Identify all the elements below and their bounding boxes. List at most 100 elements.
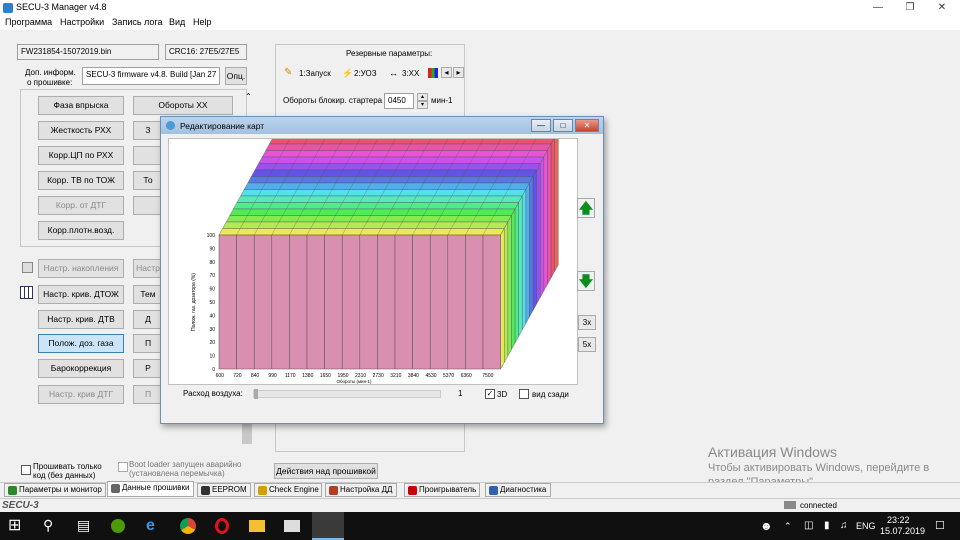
- dtg-corr-button[interactable]: Корр. от ДТГ: [38, 196, 124, 215]
- scrollbar-thumb[interactable]: [242, 424, 252, 444]
- tab-map-sensor[interactable]: Настройка ДД: [325, 483, 397, 497]
- coolant-corr-button[interactable]: Корр. ТВ по ТОЖ: [38, 171, 124, 190]
- menu-help[interactable]: Help: [193, 17, 212, 27]
- tab-scroll-right[interactable]: ▸: [453, 67, 464, 78]
- lower-mid-3[interactable]: Д: [133, 310, 163, 329]
- close-button[interactable]: ✕: [926, 0, 958, 16]
- mail-icon[interactable]: [284, 520, 300, 532]
- app-icon-1[interactable]: [111, 519, 125, 533]
- restore-button[interactable]: ❐: [894, 0, 926, 16]
- idle-rpm-button[interactable]: Обороты ХХ: [133, 96, 233, 115]
- bar: [447, 234, 466, 370]
- search-icon[interactable]: ⚲: [43, 517, 61, 535]
- menu-log[interactable]: Запись лога: [112, 17, 162, 27]
- surface-row-side: [543, 149, 548, 292]
- folder-icon[interactable]: [249, 520, 265, 532]
- x-tick-label: 840: [251, 373, 260, 379]
- dialog-maximize-button[interactable]: □: [553, 119, 573, 132]
- mid-button-2[interactable]: З: [133, 121, 163, 140]
- tab-diagnostics[interactable]: Диагностика: [485, 483, 551, 497]
- dtg-curve-button[interactable]: Настр. крив ДТГ: [38, 385, 124, 404]
- air-temp-curve-button[interactable]: Настр. крив. ДТВ: [38, 310, 124, 329]
- people-icon[interactable]: ☻: [760, 517, 778, 535]
- airflow-slider[interactable]: [253, 390, 441, 398]
- firmware-actions-button[interactable]: Действия над прошивкой: [274, 463, 378, 479]
- chrome-icon[interactable]: [180, 518, 196, 534]
- network-icon[interactable]: ◫: [804, 517, 822, 535]
- airflow-slider-thumb[interactable]: [254, 389, 258, 399]
- clock-date[interactable]: 15.07.2019: [880, 526, 925, 536]
- spin-down[interactable]: ▾: [417, 101, 428, 109]
- tab-start[interactable]: 1:Запуск: [299, 69, 331, 78]
- gas-doser-pos-button[interactable]: Полож. доз. газа: [38, 334, 124, 353]
- 3d-checkbox[interactable]: ✓: [485, 389, 495, 399]
- fw-info-field[interactable]: SECU-3 firmware v4.8. Build [Jan 27 20: [82, 67, 220, 85]
- menu-program[interactable]: Программа: [5, 17, 52, 27]
- scroll-up-icon[interactable]: ⌃: [245, 92, 252, 101]
- grid-icon: [22, 262, 33, 273]
- lower-mid-2[interactable]: Тем: [133, 285, 163, 304]
- bootloader-label: Boot loader запущен аварийно (установлен…: [129, 460, 242, 478]
- zoom-3x-button[interactable]: 3x: [578, 315, 596, 330]
- table-icon: [20, 286, 33, 299]
- spin-up[interactable]: ▴: [417, 93, 428, 101]
- lower-mid-1[interactable]: Настр: [133, 259, 163, 278]
- bar: [271, 234, 290, 370]
- start-icon[interactable]: ⊞: [8, 517, 26, 535]
- baro-corr-button[interactable]: Барокоррекция: [38, 359, 124, 378]
- fw-file-field: FW231854-15072019.bin: [17, 44, 159, 60]
- fw-options-button[interactable]: Опц.: [225, 67, 247, 85]
- flash-code-only-checkbox[interactable]: [21, 465, 31, 475]
- y-tick-label: 10: [209, 354, 215, 360]
- lower-mid-4[interactable]: П: [133, 334, 163, 353]
- language-indicator[interactable]: ENG: [856, 521, 876, 531]
- dialog-close-button[interactable]: ✕: [575, 119, 599, 132]
- tray-chevron-icon[interactable]: ⌃: [784, 517, 802, 535]
- lower-mid-5[interactable]: Р: [133, 359, 163, 378]
- tab-scroll-left[interactable]: ◂: [441, 67, 452, 78]
- tab-eeprom[interactable]: EEPROM: [197, 483, 251, 497]
- decrease-button[interactable]: 🡇: [577, 271, 595, 291]
- connection-icon: [784, 501, 796, 509]
- dialog-minimize-button[interactable]: —: [531, 119, 551, 132]
- idle-corr-button[interactable]: Корр.ЦП по РХХ: [38, 146, 124, 165]
- tab-player[interactable]: Проигрыватель: [404, 483, 480, 497]
- tab-check-engine[interactable]: Check Engine: [254, 483, 322, 497]
- task-view-icon[interactable]: ▤: [77, 517, 95, 535]
- increase-button[interactable]: 🡅: [577, 198, 595, 218]
- clock-time[interactable]: 23:22: [887, 515, 910, 525]
- opera-icon[interactable]: [215, 518, 229, 534]
- coolant-curve-button[interactable]: Настр. крив. ДТОЖ: [38, 285, 124, 304]
- accum-settings-button[interactable]: Настр. накопления: [38, 259, 124, 278]
- air-density-button[interactable]: Корр.плотн.возд.: [38, 221, 124, 240]
- bar: [236, 234, 255, 370]
- tab-firmware-data[interactable]: Данные прошивки: [107, 481, 194, 497]
- bar: [306, 234, 325, 370]
- fw-info-label-1: Доп. информ.: [25, 68, 76, 77]
- secu3-taskbar-icon[interactable]: [312, 512, 344, 540]
- tab-ignition[interactable]: 2:УОЗ: [354, 69, 377, 78]
- mid-button-4[interactable]: То: [133, 171, 163, 190]
- status-connected: connected: [800, 501, 837, 510]
- idle-rigidity-button[interactable]: Жесткость РХХ: [38, 121, 124, 140]
- notifications-icon[interactable]: ☐: [935, 517, 953, 535]
- mid-button-3[interactable]: [133, 146, 163, 165]
- broom-icon: ✎: [284, 67, 293, 78]
- back-view-checkbox[interactable]: [519, 389, 529, 399]
- zoom-5x-button[interactable]: 5x: [578, 337, 596, 352]
- tab-idle[interactable]: 3:ХХ: [402, 69, 419, 78]
- starter-block-input[interactable]: 0450: [384, 93, 414, 109]
- inj-phase-button[interactable]: Фаза впрыска: [38, 96, 124, 115]
- tab-params-monitor[interactable]: Параметры и монитор: [4, 483, 106, 497]
- menu-settings[interactable]: Настройки: [60, 17, 104, 27]
- mid-button-5[interactable]: [133, 196, 163, 215]
- bar: [394, 234, 413, 370]
- y-tick-label: 30: [209, 327, 215, 333]
- x-tick-label: 5370: [443, 373, 454, 379]
- airflow-value: 1: [458, 389, 463, 398]
- minimize-button[interactable]: —: [862, 0, 894, 16]
- edge-icon[interactable]: e: [146, 517, 164, 535]
- lower-mid-6[interactable]: П: [133, 385, 163, 404]
- menu-view[interactable]: Вид: [169, 17, 185, 27]
- chart-area[interactable]: Положение газового дозатора от ДПДЗ и об…: [168, 130, 578, 385]
